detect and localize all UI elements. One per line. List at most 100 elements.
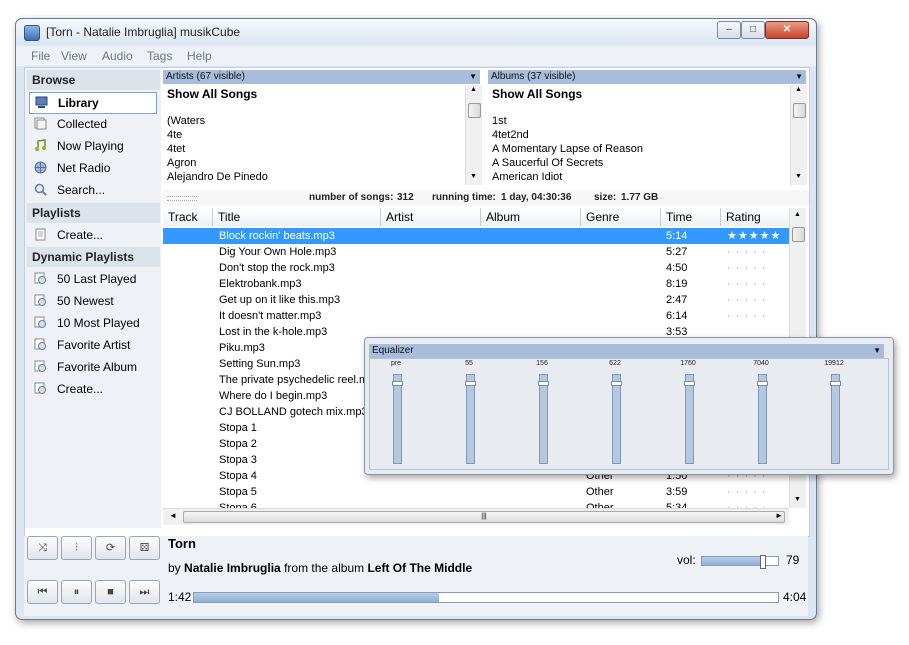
title-bar[interactable]: [Torn - Natalie Imbruglia] musikCube – □… [16,19,816,45]
eq-slider-knob[interactable] [757,380,768,386]
scroll-left-icon[interactable]: ◄ [169,511,177,520]
artists-list[interactable]: Show All Songs (Waters 4te 4tet Agron Al… [163,85,465,185]
menu-tags[interactable]: Tags [147,49,172,63]
eq-slider-knob[interactable] [465,380,476,386]
menu-audio[interactable]: Audio [102,49,133,63]
sidebar-item-favorite-artist[interactable]: Favorite Artist [29,335,155,355]
stop-icon: ■ [107,586,114,598]
list-item[interactable]: Show All Songs [492,87,582,101]
maximize-button[interactable]: □ [741,21,765,39]
albums-dropdown[interactable]: Albums (37 visible) ▼ [488,70,806,84]
column-header-rating[interactable]: Rating [721,208,791,226]
scroll-down-icon[interactable]: ▼ [795,173,802,180]
table-hscrollbar[interactable]: ◄ ||| ► [163,508,789,525]
albums-list[interactable]: Show All Songs 1st 4tet2nd A Momentary L… [488,85,790,185]
table-row[interactable]: Elektrobank.mp3 8:19 · · · · · [163,276,789,292]
eq-band-slider[interactable] [611,374,622,464]
sidebar-item-library[interactable]: Library [29,92,157,114]
minimize-button[interactable]: – [717,21,741,39]
list-item[interactable]: American Idiot [492,171,562,183]
eq-band-slider[interactable] [830,374,841,464]
table-row[interactable]: Stopa 5 Other 3:59 · · · · · [163,484,789,500]
scroll-down-icon[interactable]: ▼ [794,496,801,503]
stop-button[interactable]: ■ [95,580,126,604]
eq-band-slider[interactable] [538,374,549,464]
sidebar-item-collected[interactable]: Collected [29,114,155,134]
table-row[interactable]: Get up on it like this.mp3 2:47 · · · · · [163,292,789,308]
sidebar-item-create-playlist[interactable]: Create... [29,225,155,245]
sidebar-item-10-most-played[interactable]: 10 Most Played [29,313,155,333]
sidebar-item-50-last-played[interactable]: 50 Last Played [29,269,155,289]
list-item[interactable]: A Saucerful Of Secrets [492,157,603,169]
cell-title: Stopa 3 [219,454,257,466]
list-item[interactable]: A Momentary Lapse of Reason [492,143,643,155]
table-row[interactable]: Dig Your Own Hole.mp3 5:27 · · · · · [163,244,789,260]
equalizer-button[interactable]: ⫶ [61,536,92,560]
scroll-right-icon[interactable]: ► [775,511,783,520]
equalizer-panel: Equalizer ▼ pre 55 156 622 1760 7040 19912 [364,337,894,475]
equalizer-dropdown[interactable]: Equalizer ▼ [369,344,884,358]
sidebar-item-search[interactable]: Search... [29,180,155,200]
eq-band-slider[interactable] [684,374,695,464]
artists-dropdown[interactable]: Artists (67 visible) ▼ [163,70,480,84]
albums-scrollbar[interactable]: ▲ ▼ [790,85,807,185]
column-header-time[interactable]: Time [661,208,721,226]
list-item[interactable]: 4tet2nd [492,129,529,141]
eq-band-slider[interactable] [757,374,768,464]
menu-file[interactable]: File [31,49,50,63]
list-item[interactable]: Show All Songs [167,87,257,101]
list-item[interactable]: (Waters [167,115,205,127]
menu-help[interactable]: Help [187,49,212,63]
list-item[interactable]: 1st [492,115,507,127]
artists-scrollbar[interactable]: ▲ ▼ [465,85,482,185]
cell-time: 6:14 [666,310,688,322]
random-button[interactable]: ⚄ [129,536,160,560]
previous-icon: ⏮ [37,586,48,598]
scroll-thumb[interactable]: ||| [183,511,785,523]
next-button[interactable]: ⏭ [129,580,160,604]
table-row[interactable]: Don't stop the rock.mp3 4:50 · · · · · [163,260,789,276]
scroll-down-icon[interactable]: ▼ [470,173,477,180]
eq-slider-knob[interactable] [538,380,549,386]
list-item[interactable]: 4tet [167,143,185,155]
shuffle-button[interactable]: ⤨ [27,536,58,560]
sidebar-item-now-playing[interactable]: Now Playing [29,136,155,156]
list-item[interactable]: Agron [167,157,196,169]
sidebar-item-net-radio[interactable]: Net Radio [29,158,155,178]
eq-band-slider[interactable] [392,374,403,464]
splitter-grip[interactable] [167,196,197,201]
table-row[interactable]: Block rockin' beats.mp3 5:14 ★★★★★ [163,228,789,244]
volume-slider[interactable] [701,555,779,569]
repeat-button[interactable]: ⟳ [95,536,126,560]
previous-button[interactable]: ⏮ [27,580,58,604]
scroll-up-icon[interactable]: ▲ [794,211,801,218]
scroll-thumb[interactable] [792,227,805,242]
seek-bar[interactable] [193,592,779,603]
eq-slider-knob[interactable] [392,380,403,386]
eq-slider-knob[interactable] [830,380,841,386]
dynamic-playlist-icon [34,382,46,394]
eq-slider-knob[interactable] [611,380,622,386]
scroll-thumb[interactable] [793,103,806,118]
pause-button[interactable]: ⏸ [61,580,92,604]
menu-view[interactable]: View [61,49,87,63]
sidebar-item-create-dynamic[interactable]: Create... [29,379,155,399]
eq-band-slider[interactable] [465,374,476,464]
scroll-up-icon[interactable]: ▲ [470,86,477,93]
scroll-thumb[interactable] [468,103,481,118]
sidebar-item-favorite-album[interactable]: Favorite Album [29,357,155,377]
close-button[interactable]: ✕ [765,21,809,39]
dynamic-playlist-icon [34,316,46,328]
volume-knob[interactable] [760,555,767,569]
list-item[interactable]: 4te [167,129,182,141]
column-header-artist[interactable]: Artist [381,208,481,226]
table-row[interactable]: It doesn't matter.mp3 6:14 · · · · · [163,308,789,324]
column-header-title[interactable]: Title [213,208,381,226]
list-item[interactable]: Alejandro De Pinedo [167,171,268,183]
eq-slider-knob[interactable] [684,380,695,386]
column-header-genre[interactable]: Genre [581,208,661,226]
column-header-track[interactable]: Track [163,208,213,226]
sidebar-item-50-newest[interactable]: 50 Newest [29,291,155,311]
column-header-album[interactable]: Album [481,208,581,226]
scroll-up-icon[interactable]: ▲ [795,86,802,93]
